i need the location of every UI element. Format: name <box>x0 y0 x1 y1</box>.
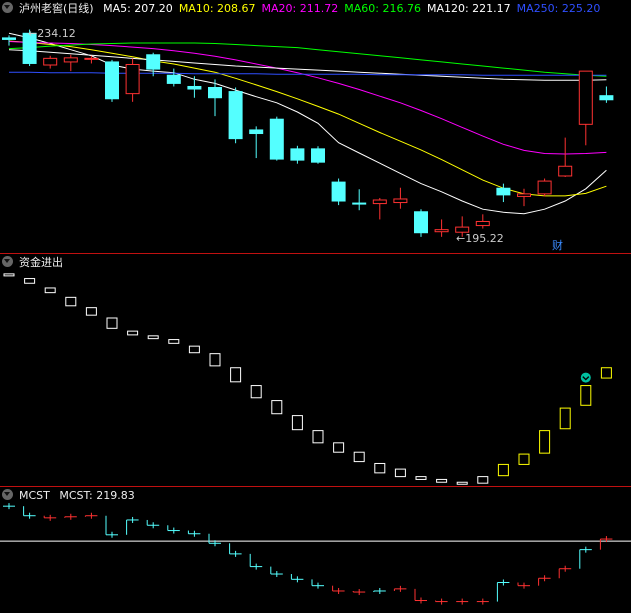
fund-bar <box>250 385 262 399</box>
fund-bar <box>456 481 468 485</box>
financial-event-badge[interactable]: 财 <box>552 237 563 253</box>
fund-bar <box>147 335 159 340</box>
fund-bar <box>477 476 489 484</box>
candle-body <box>84 57 99 60</box>
fund-bar <box>271 400 283 415</box>
candle-body <box>208 87 222 99</box>
fund-bar <box>559 407 571 430</box>
fund-bar <box>24 278 36 284</box>
low-price-value: 195.22 <box>465 232 504 245</box>
fund-bar <box>188 345 200 354</box>
candle-body <box>331 181 346 202</box>
candle-body <box>166 74 181 84</box>
fund-bar <box>312 430 324 444</box>
candle-body <box>228 91 243 140</box>
candle-body <box>43 57 58 66</box>
mcst-panel: MCST MCST: 219.83 <box>0 487 631 613</box>
candle-body <box>146 54 161 70</box>
fund-bar <box>497 463 509 477</box>
fund-bar <box>44 287 56 294</box>
candle-body <box>372 199 387 205</box>
fund-bar <box>436 478 448 483</box>
fund-bar <box>3 273 15 277</box>
candle-body <box>599 95 614 101</box>
fund-bar <box>106 317 118 329</box>
candle-body <box>434 229 449 233</box>
fund-bar <box>168 339 180 344</box>
low-price-marker: ←195.22 <box>456 232 504 245</box>
fund-flow-panel: 资金进出 <box>0 254 631 486</box>
fund-bar <box>518 453 530 465</box>
fund-bar <box>353 451 365 463</box>
fund-bar <box>65 296 77 307</box>
fund-bar <box>600 367 612 379</box>
ma-line-ma20 <box>8 41 607 155</box>
candle-body <box>475 220 490 227</box>
candle-body <box>537 180 552 195</box>
fund-bar <box>580 385 592 406</box>
fund-bar <box>539 430 551 454</box>
fund-bar <box>333 442 345 453</box>
fund-bar <box>85 307 97 316</box>
fund-flow-chart[interactable] <box>0 254 631 486</box>
buy-signal-icon <box>580 372 591 383</box>
fund-bar <box>127 330 139 336</box>
ma-line-ma5 <box>8 32 607 215</box>
candle-body <box>2 37 16 40</box>
candle-body <box>578 70 593 125</box>
candle-body <box>249 129 264 135</box>
candle-body <box>63 57 78 63</box>
candle-body <box>187 85 202 90</box>
price-panel: 泸州老窖(日线) MA5: 207.20 MA10: 208.67 MA20: 21… <box>0 0 631 253</box>
ma-line-ma60 <box>8 42 607 77</box>
high-price-marker: ←234.12 <box>28 27 76 40</box>
candle-body <box>125 63 140 95</box>
candle-body <box>105 61 119 100</box>
candlestick-chart[interactable] <box>0 0 631 253</box>
fund-bar <box>374 462 386 474</box>
fund-bar <box>394 468 406 478</box>
candle-body <box>414 211 428 234</box>
candle-body <box>311 148 325 163</box>
candle-body <box>558 165 573 177</box>
fund-bar <box>209 353 221 367</box>
mcst-chart[interactable] <box>0 487 631 613</box>
high-price-value: 234.12 <box>37 27 76 40</box>
candle-body <box>496 187 511 196</box>
fund-bar <box>230 367 242 383</box>
candle-body <box>352 202 367 205</box>
candle-body <box>517 193 531 197</box>
candle-body <box>269 118 284 160</box>
candle-body <box>290 148 305 161</box>
ma-line-ma10 <box>8 40 607 197</box>
fund-bar <box>291 415 303 431</box>
candle-body <box>393 198 408 204</box>
fund-bar <box>415 476 427 480</box>
